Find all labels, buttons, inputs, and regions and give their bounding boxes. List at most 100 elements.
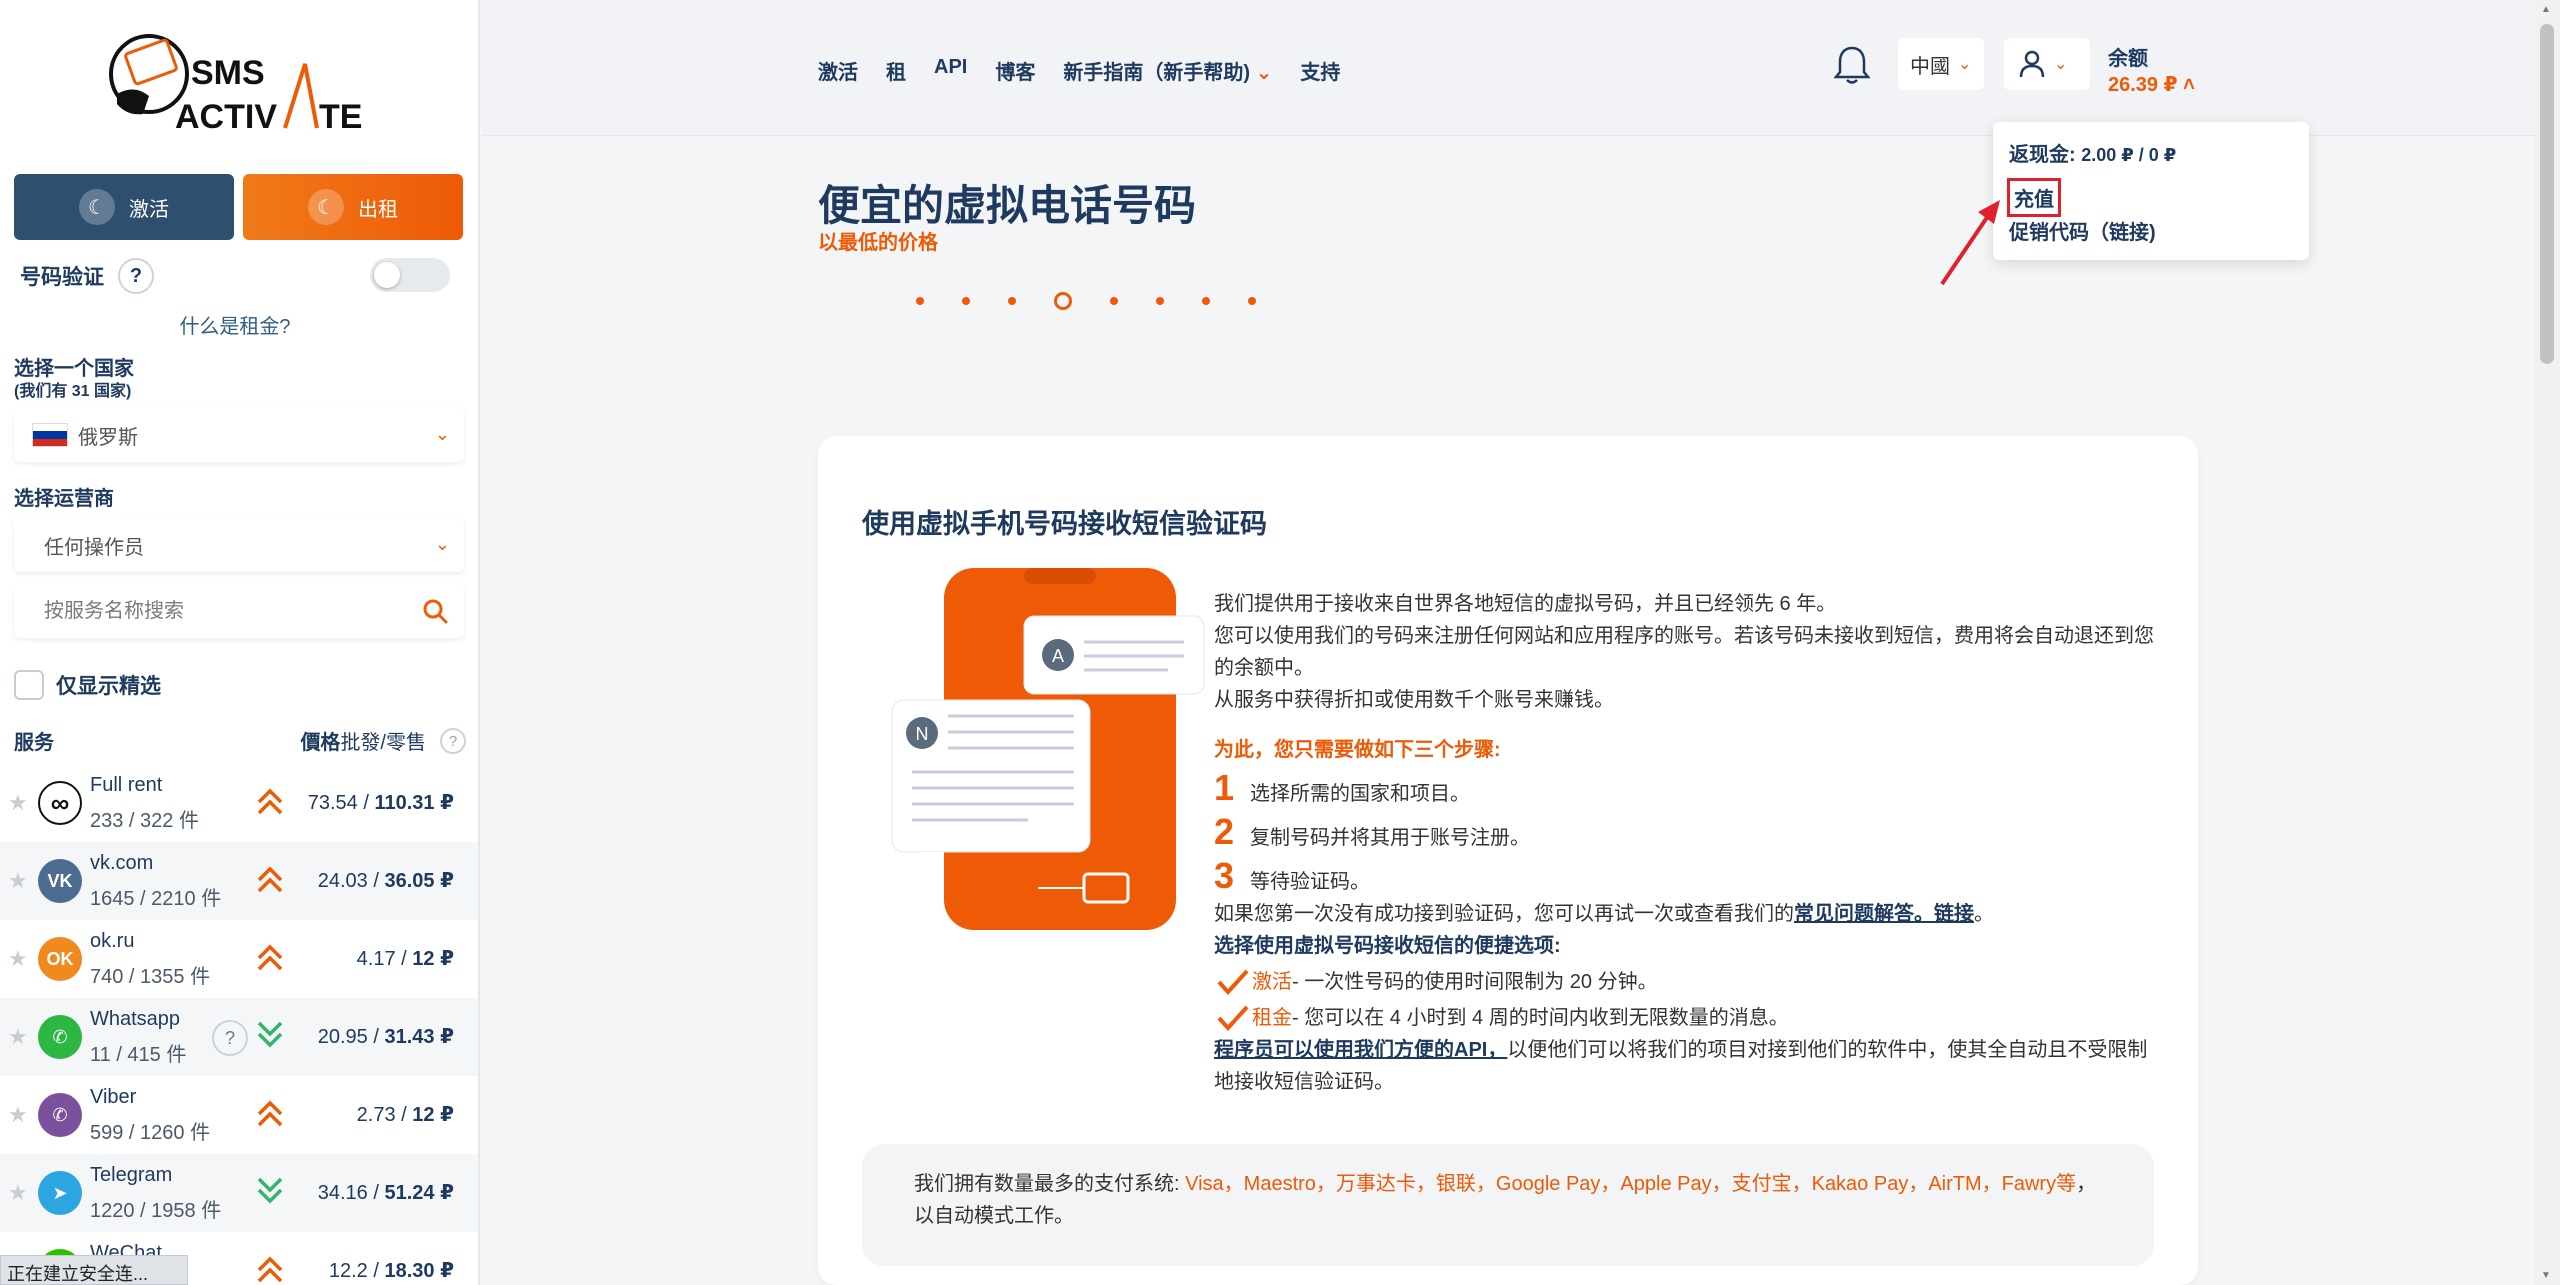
option-rent-label[interactable]: 租金 [1252, 1002, 1292, 1034]
service-help-icon[interactable]: ? [212, 1020, 248, 1056]
payment-methods-box: 我们拥有数量最多的支付系统: Visa，Maestro，万事达卡，银联，Goog… [862, 1144, 2154, 1266]
favorite-star-icon[interactable]: ★ [8, 1180, 28, 1206]
service-row[interactable]: ★ VK vk.com 1645 / 2210 件 24.03 / 36.05 ₽ [0, 842, 478, 920]
operator-select[interactable]: 任何操作员 ⌄ [14, 518, 464, 572]
favorite-star-icon[interactable]: ★ [8, 1024, 28, 1050]
verify-label: 号码验证 [20, 266, 104, 289]
carousel-dot-active[interactable] [1054, 292, 1072, 310]
top-up-link[interactable]: 充值 [2007, 178, 2061, 217]
promo-code-link[interactable]: 促销代码（链接) [2009, 216, 2156, 245]
user-menu[interactable]: ⌄ [2004, 38, 2090, 90]
verify-toggle[interactable] [370, 258, 450, 292]
phone-illustration-icon: A N [891, 568, 1205, 930]
activate-mode-button[interactable]: ☾ 激活 [14, 174, 234, 240]
carousel-dot[interactable] [916, 297, 924, 305]
service-row[interactable]: ★ ➤ Telegram 1220 / 1958 件 34.16 / 51.24 ₽ [0, 1154, 478, 1232]
service-row[interactable]: ★ ✆ Viber 599 / 1260 件 2.73 / 12 ₽ [0, 1076, 478, 1154]
faq-text: 如果您第一次没有成功接到验证码，您可以再试一次或查看我们的 [1214, 903, 1794, 925]
favorite-star-icon[interactable]: ★ [8, 946, 28, 972]
payment-methods: Visa，Maestro，万事达卡，银联，Google Pay，Apple Pa… [1185, 1173, 2077, 1195]
service-count: 11 / 415 件 [90, 1044, 187, 1066]
service-search-input[interactable] [14, 584, 394, 638]
favorite-star-icon[interactable]: ★ [8, 790, 28, 816]
price-wholesale: 12.2 / [328, 1260, 385, 1282]
user-icon [2019, 50, 2045, 78]
carousel-dot[interactable] [1156, 297, 1164, 305]
option-activation-text: - 一次性号码的使用时间限制为 20 分钟。 [1292, 971, 1658, 993]
service-name: ok.ru [90, 930, 135, 952]
nav-item-3[interactable]: 博客 [995, 56, 1035, 85]
step-2: 2 复制号码并将其用于账号注册。 [1214, 811, 2154, 854]
carousel-dot[interactable] [1202, 297, 1210, 305]
favorite-star-icon[interactable]: ★ [8, 1102, 28, 1128]
scroll-down-icon[interactable]: ▼ [2541, 1270, 2551, 1281]
service-price: 24.03 / 36.05 ₽ [318, 868, 454, 893]
price-retail: 36.05 ₽ [384, 870, 454, 892]
api-link[interactable]: 程序员可以使用我们方便的API， [1214, 1039, 1507, 1061]
viber-icon: ✆ [38, 1093, 82, 1137]
service-row[interactable]: ★ ✆ Whatsapp 11 / 415 件? 20.95 / 31.43 ₽ [0, 998, 478, 1076]
verify-help-icon[interactable]: ? [118, 258, 154, 294]
price-help-icon[interactable]: ? [440, 728, 466, 754]
price-header-rest: 批發/零售 [340, 732, 426, 754]
chevron-down-icon: ⌄ [1958, 56, 1972, 73]
page-scrollbar[interactable]: ▲ ▼ [2534, 0, 2560, 1285]
service-name: vk.com [90, 852, 154, 874]
faq-paragraph: 如果您第一次没有成功接到验证码，您可以再试一次或查看我们的常见问题解答。链接。 [1214, 898, 2154, 930]
favorite-star-icon[interactable]: ★ [8, 868, 28, 894]
language-select[interactable]: 中國 ⌄ [1898, 38, 1984, 90]
cashback-label: 返现金: [2009, 144, 2082, 166]
price-header-bold: 價格 [300, 732, 341, 754]
nav-item-4[interactable]: 新手指南（新手帮助) [1063, 56, 1272, 85]
cashback-value: 2.00 ₽ / 0 ₽ [2081, 145, 2177, 165]
carousel-dot[interactable] [962, 297, 970, 305]
operator-title: 选择运营商 [14, 488, 114, 510]
favorites-only-checkbox[interactable] [14, 670, 44, 700]
option-activation: 激活 - 一次性号码的使用时间限制为 20 分钟。 [1214, 966, 2154, 998]
service-price: 4.17 / 12 ₽ [357, 946, 454, 971]
intro-paragraph-1: 我们提供用于接收来自世界各地短信的虚拟号码，并且已经领先 6 年。 [1214, 593, 1837, 615]
info-card: 使用虚拟手机号码接收短信验证码 A N 我们提供用于接收来自世界各地短信的虚拟号… [818, 436, 2198, 1285]
nav-item-1[interactable]: 租 [886, 56, 906, 85]
nav-item-2[interactable]: API [934, 56, 967, 85]
carousel-dot[interactable] [1008, 297, 1016, 305]
service-row[interactable]: ★ ∞ Full rent 233 / 322 件 73.54 / 110.31 ₽ [0, 764, 478, 842]
favorites-only-label: 仅显示精选 [56, 675, 161, 698]
trend-down-icon [256, 1020, 284, 1055]
price-retail: 18.30 ₽ [384, 1260, 454, 1282]
main-nav: 激活租 API 博客新手指南（新手帮助) 支持 [818, 56, 1340, 85]
country-select[interactable]: 俄罗斯 ⌄ [14, 408, 464, 462]
payment-lead: 我们拥有数量最多的支付系统: [914, 1173, 1186, 1195]
search-icon[interactable] [422, 598, 448, 624]
carousel-dot[interactable] [1110, 297, 1118, 305]
service-count: 740 / 1355 件 [90, 966, 211, 988]
step-number: 2 [1214, 811, 1235, 852]
ok-icon: OK [38, 937, 82, 981]
service-search [14, 584, 464, 638]
what-is-rent-link[interactable]: 什么是租金? [0, 310, 470, 339]
rent-mode-button[interactable]: ☾ 出租 [243, 174, 463, 240]
carousel-dot[interactable] [1248, 297, 1256, 305]
steps-title: 为此，您只需要做如下三个步骤: [1214, 739, 1501, 761]
price-wholesale: 2.73 / [356, 1104, 413, 1126]
russia-flag-icon [32, 423, 68, 447]
option-activation-label[interactable]: 激活 [1252, 966, 1292, 998]
balance-value[interactable]: 26.39 ₽ ˄ [2108, 72, 2195, 97]
trend-up-icon [256, 942, 284, 977]
sms-activate-logo[interactable]: SMS ACTIV TE [105, 24, 375, 144]
scrollbar-thumb[interactable] [2540, 24, 2554, 364]
card-title: 使用虚拟手机号码接收短信验证码 [862, 509, 1267, 539]
carousel-dots [916, 292, 1256, 310]
service-row[interactable]: ★ OK ok.ru 740 / 1355 件 4.17 / 12 ₽ [0, 920, 478, 998]
country-value: 俄罗斯 [78, 426, 138, 449]
language-value: 中國 [1910, 55, 1950, 78]
bell-icon[interactable] [1832, 44, 1872, 86]
services-list-header: 服务 價格批發/零售 ? [14, 726, 466, 756]
activate-label: 激活 [129, 198, 169, 221]
nav-item-5[interactable]: 支持 [1300, 56, 1340, 85]
faq-link[interactable]: 常见问题解答。链接 [1794, 903, 1974, 925]
annotation-arrow-icon [1940, 200, 2000, 286]
nav-item-0[interactable]: 激活 [818, 56, 858, 85]
service-price: 2.73 / 12 ₽ [357, 1102, 454, 1127]
scroll-up-icon[interactable]: ▲ [2541, 4, 2551, 15]
